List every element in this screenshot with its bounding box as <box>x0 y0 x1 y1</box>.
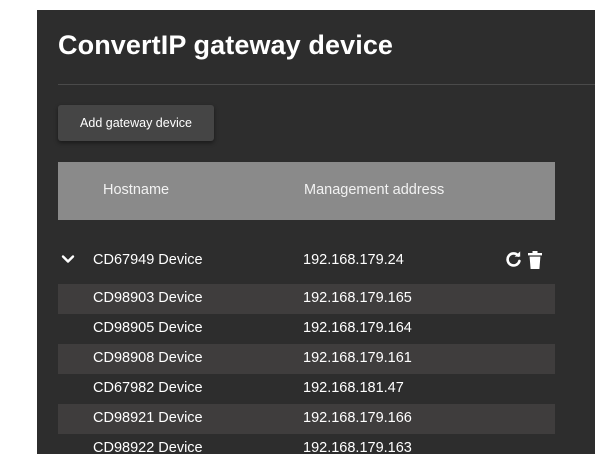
row-management-address: 192.168.181.47 <box>303 380 404 396</box>
table-row[interactable]: CD98908 Device 192.168.179.161 <box>58 344 555 374</box>
row-management-address: 192.168.179.165 <box>303 290 412 306</box>
row-hostname: CD98922 Device <box>93 440 203 454</box>
row-management-address: 192.168.179.164 <box>303 320 412 336</box>
title-divider <box>58 84 595 85</box>
row-hostname: CD98921 Device <box>93 410 203 426</box>
table-header: Hostname Management address <box>58 162 555 220</box>
column-header-management-address[interactable]: Management address <box>304 182 444 198</box>
row-management-address: 192.168.179.163 <box>303 440 412 454</box>
device-group-row[interactable]: CD67949 Device 192.168.179.24 <box>58 246 555 276</box>
device-list: CD98903 Device 192.168.179.165 CD98905 D… <box>58 284 555 454</box>
add-gateway-device-button[interactable]: Add gateway device <box>58 105 214 141</box>
row-hostname: CD98903 Device <box>93 290 203 306</box>
row-hostname: CD98908 Device <box>93 350 203 366</box>
chevron-down-icon[interactable] <box>61 252 75 266</box>
trash-icon[interactable] <box>528 251 542 269</box>
group-management-address: 192.168.179.24 <box>303 252 404 268</box>
row-management-address: 192.168.179.161 <box>303 350 412 366</box>
group-hostname: CD67949 Device <box>93 252 203 268</box>
refresh-icon[interactable] <box>505 251 522 268</box>
row-hostname: CD98905 Device <box>93 320 203 336</box>
page-title: ConvertIP gateway device <box>58 30 394 60</box>
table-row[interactable]: CD98905 Device 192.168.179.164 <box>58 314 555 344</box>
row-management-address: 192.168.179.166 <box>303 410 412 426</box>
table-row[interactable]: CD98903 Device 192.168.179.165 <box>58 284 555 314</box>
main-panel: ConvertIP gateway device Add gateway dev… <box>37 10 595 454</box>
row-hostname: CD67982 Device <box>93 380 203 396</box>
column-header-hostname[interactable]: Hostname <box>103 182 169 198</box>
table-row[interactable]: CD98922 Device 192.168.179.163 <box>58 434 555 454</box>
table-row[interactable]: CD67982 Device 192.168.181.47 <box>58 374 555 404</box>
table-row[interactable]: CD98921 Device 192.168.179.166 <box>58 404 555 434</box>
